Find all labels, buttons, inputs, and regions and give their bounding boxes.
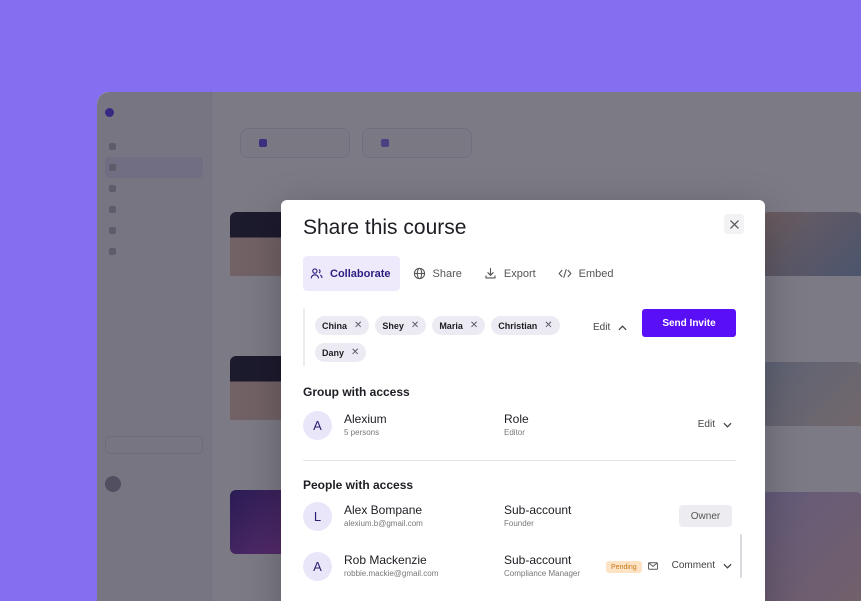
- role-title: Sub-account: [504, 503, 572, 517]
- group-access-row: A Alexium 5 persons Role Editor Edit: [303, 409, 736, 443]
- person-name: Rob Mackenzie: [344, 553, 427, 567]
- invitee-chip: Maria ✕: [432, 316, 486, 335]
- people-access-title: People with access: [303, 478, 414, 492]
- role-detail: Founder: [504, 519, 534, 528]
- send-invite-button[interactable]: Send Invite: [642, 309, 736, 337]
- tab-label: Collaborate: [330, 267, 391, 280]
- invite-permission-dropdown[interactable]: Edit: [593, 322, 627, 333]
- pending-status-badge: Pending: [606, 561, 642, 573]
- invite-input[interactable]: China ✕ Shey ✕ Maria ✕ Christian ✕ Dany ✕ Edi…: [303, 308, 633, 366]
- remove-chip-icon[interactable]: ✕: [544, 320, 552, 331]
- section-divider: [303, 460, 736, 461]
- chip-label: Christian: [498, 320, 538, 331]
- share-course-modal: Share this course Collaborate Share Expo…: [281, 200, 765, 601]
- owner-badge: Owner: [679, 505, 732, 527]
- code-icon: [558, 269, 572, 278]
- person-email: alexium.b@gmail.com: [344, 519, 423, 528]
- chip-label: Shey: [382, 320, 404, 331]
- group-permission-dropdown[interactable]: Edit: [698, 419, 732, 430]
- role-detail: Compliance Manager: [504, 569, 581, 578]
- tab-embed[interactable]: Embed: [551, 256, 623, 291]
- chip-label: China: [322, 320, 348, 331]
- chevron-up-icon: [618, 324, 627, 330]
- permission-label: Edit: [697, 419, 715, 430]
- invitee-chips: China ✕ Shey ✕ Maria ✕ Christian ✕ Dany ✕: [315, 316, 560, 362]
- role-title: Sub-account: [504, 553, 572, 567]
- invitee-chip: China ✕: [315, 316, 370, 335]
- avatar: L: [303, 502, 332, 531]
- close-icon: [729, 219, 739, 229]
- users-icon: [310, 268, 323, 279]
- globe-icon: [413, 267, 425, 280]
- group-name: Alexium: [344, 412, 387, 426]
- tab-export[interactable]: Export: [477, 256, 545, 291]
- invite-permission-label: Edit: [593, 322, 611, 333]
- resend-mail-icon[interactable]: [648, 562, 658, 570]
- remove-chip-icon[interactable]: ✕: [351, 347, 359, 358]
- invitee-chip: Dany ✕: [315, 343, 367, 362]
- remove-chip-icon[interactable]: ✕: [354, 320, 362, 331]
- avatar: A: [303, 411, 332, 440]
- download-icon: [485, 268, 496, 279]
- chip-label: Dany: [322, 347, 345, 358]
- tab-collaborate[interactable]: Collaborate: [303, 256, 400, 291]
- remove-chip-icon[interactable]: ✕: [470, 320, 478, 331]
- tab-label: Share: [432, 267, 462, 280]
- role-detail: Editor: [504, 428, 525, 437]
- invitee-chip: Shey ✕: [375, 316, 427, 335]
- person-permission-dropdown[interactable]: Comment: [672, 560, 732, 571]
- tab-share[interactable]: Share: [406, 256, 471, 291]
- chip-label: Maria: [439, 320, 463, 331]
- avatar: A: [303, 552, 332, 581]
- chevron-down-icon: [723, 563, 732, 569]
- tab-label: Embed: [578, 267, 614, 280]
- person-name: Alex Bompane: [344, 503, 423, 517]
- chevron-down-icon: [723, 422, 732, 428]
- permission-label: Comment: [671, 560, 715, 571]
- tab-label: Export: [503, 267, 536, 280]
- list-scrollbar[interactable]: [740, 534, 742, 578]
- close-button[interactable]: [724, 214, 744, 234]
- group-access-title: Group with access: [303, 385, 410, 399]
- remove-chip-icon[interactable]: ✕: [411, 320, 419, 331]
- person-email: robbie.mackie@gmail.com: [344, 569, 439, 578]
- person-row: A Rob Mackenzie robbie.mackie@gmail.com …: [303, 550, 736, 584]
- person-row: L Alex Bompane alexium.b@gmail.com Sub-a…: [303, 500, 736, 534]
- role-title: Role: [504, 412, 529, 426]
- modal-title: Share this course: [303, 216, 467, 239]
- group-member-count: 5 persons: [344, 428, 380, 437]
- share-tabs: Collaborate Share Export Embed: [303, 256, 629, 291]
- invitee-chip: Christian ✕: [491, 316, 560, 335]
